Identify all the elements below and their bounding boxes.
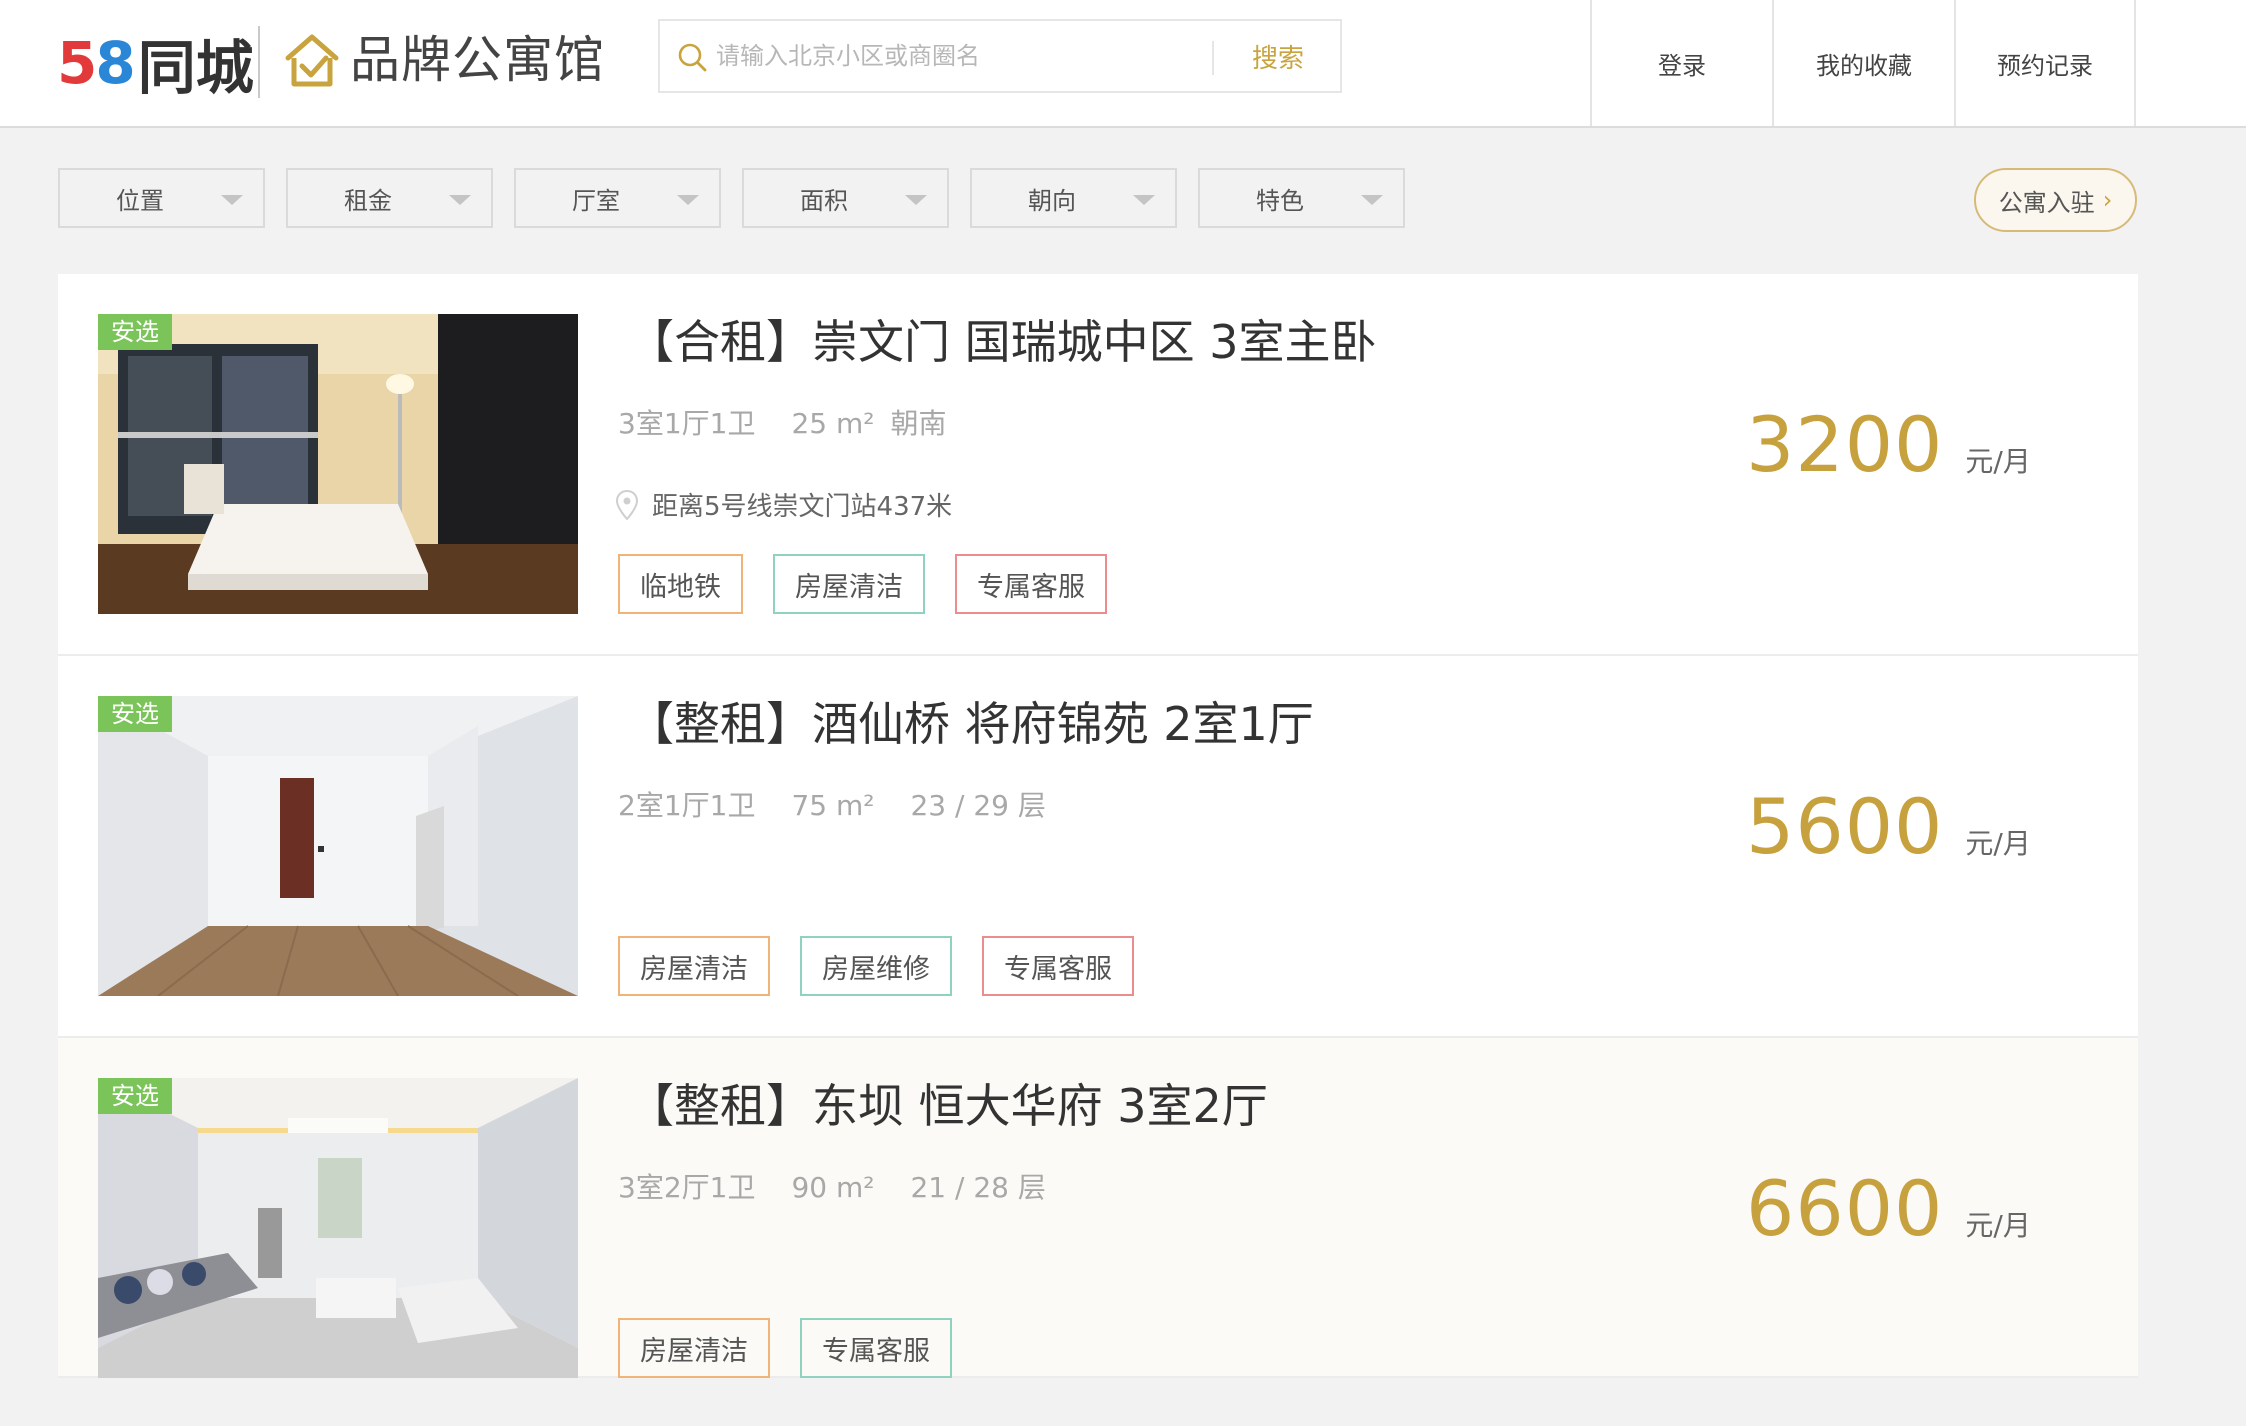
anxuan-badge: 安选 [98, 696, 172, 732]
logo-digit-5: 5 [57, 29, 97, 97]
filter-location[interactable]: 位置 [58, 168, 265, 228]
location-pin-icon [616, 489, 638, 520]
caret-down-icon [449, 195, 471, 205]
caret-down-icon [905, 195, 927, 205]
listing-floor: 23 / 29 层 [910, 789, 1046, 822]
listing-price: 3200 元/月 [1746, 400, 2031, 489]
filter-label: 厅室 [572, 186, 620, 215]
tag-cleaning: 房屋清洁 [618, 1318, 770, 1378]
listing-photo[interactable]: 安选 [98, 314, 578, 614]
logo-digit-8: 8 [95, 29, 135, 97]
nav-booking-records[interactable]: 预约记录 [1954, 0, 2136, 126]
tag-cleaning: 房屋清洁 [773, 554, 925, 614]
listing-area: 90 m² [791, 1171, 875, 1204]
price-unit: 元/月 [1965, 1209, 2031, 1242]
listing-photo[interactable]: 安选 [98, 1078, 578, 1378]
site-header: 58同城 品牌公寓馆 搜索 登录 我的收藏 预约记录 [0, 0, 2246, 128]
listing-title[interactable]: 【合租】崇文门 国瑞城中区 3室主卧 [628, 306, 1377, 372]
filter-label: 租金 [344, 186, 392, 215]
tag-customer-service: 专属客服 [982, 936, 1134, 996]
listing-orientation: 朝南 [890, 407, 947, 440]
search-button[interactable]: 搜索 [1216, 21, 1340, 91]
living-room-photo [98, 696, 578, 996]
nav-my-favorites[interactable]: 我的收藏 [1772, 0, 1954, 126]
house-check-icon [285, 34, 339, 87]
anxuan-badge: 安选 [98, 1078, 172, 1114]
filter-features[interactable]: 特色 [1198, 168, 1405, 228]
filter-label: 面积 [800, 186, 848, 215]
listing-price: 5600 元/月 [1746, 782, 2031, 871]
price-value: 6600 [1746, 1164, 1944, 1253]
tag-repair: 房屋维修 [800, 936, 952, 996]
living-room-sofa-photo [98, 1078, 578, 1378]
listing-card[interactable]: 安选 【整租】酒仙桥 将府锦苑 2室1厅 2室1厅1卫 75 m² 23 / 29 … [58, 656, 2138, 1038]
chevron-right-icon: › [2102, 186, 2113, 214]
search-bar: 搜索 [658, 19, 1342, 93]
price-value: 3200 [1746, 400, 1944, 489]
logo-text: 同城 [137, 34, 254, 102]
filter-rent[interactable]: 租金 [286, 168, 493, 228]
filter-rooms[interactable]: 厅室 [514, 168, 721, 228]
caret-down-icon [221, 195, 243, 205]
listing-price: 6600 元/月 [1746, 1164, 2031, 1253]
listing-area: 25 m² [791, 407, 875, 440]
logo-divider [258, 26, 260, 98]
listing-tags: 临地铁 房屋清洁 专属客服 [618, 554, 1107, 614]
listing-photo[interactable]: 安选 [98, 696, 578, 996]
filter-label: 特色 [1256, 186, 1304, 215]
listing-meta: 2室1厅1卫 75 m² 23 / 29 层 [618, 784, 1082, 824]
price-unit: 元/月 [1965, 827, 2031, 860]
listing-tags: 房屋清洁 专属客服 [618, 1318, 952, 1378]
listing-title[interactable]: 【整租】东坝 恒大华府 3室2厅 [628, 1070, 1268, 1136]
filter-area[interactable]: 面积 [742, 168, 949, 228]
listing-list: 安选 【合租】崇文门 国瑞城中区 3室主卧 3室1厅1卫 25 m² 朝南 距离5号… [58, 274, 2138, 1378]
listing-meta: 3室1厅1卫 25 m² 朝南 [618, 402, 983, 442]
location-text: 距离5号线崇文门站437米 [652, 492, 953, 522]
bedroom-photo [98, 314, 578, 614]
nav-login[interactable]: 登录 [1590, 0, 1772, 126]
listing-layout: 3室1厅1卫 [618, 407, 756, 440]
listing-floor: 21 / 28 层 [910, 1171, 1046, 1204]
tag-customer-service: 专属客服 [800, 1318, 952, 1378]
filter-label: 朝向 [1028, 186, 1076, 215]
apartment-join-button[interactable]: 公寓入驻 › [1974, 168, 2137, 232]
tag-cleaning: 房屋清洁 [618, 936, 770, 996]
listing-layout: 2室1厅1卫 [618, 789, 756, 822]
join-button-label: 公寓入驻 [1998, 188, 2095, 217]
tag-near-subway: 临地铁 [618, 554, 743, 614]
brand-apartment-title[interactable]: 品牌公寓馆 [350, 28, 605, 92]
caret-down-icon [1133, 195, 1155, 205]
caret-down-icon [1361, 195, 1383, 205]
filter-orientation[interactable]: 朝向 [970, 168, 1177, 228]
anxuan-badge: 安选 [98, 314, 172, 350]
listing-layout: 3室2厅1卫 [618, 1171, 756, 1204]
logo-58tongcheng[interactable]: 5 8 同城 [57, 29, 254, 102]
filter-bar: 位置 租金 厅室 面积 朝向 特色 [58, 168, 1405, 228]
listing-tags: 房屋清洁 房屋维修 专属客服 [618, 936, 1134, 996]
price-value: 5600 [1746, 782, 1944, 871]
listing-card[interactable]: 安选 【合租】崇文门 国瑞城中区 3室主卧 3室1厅1卫 25 m² 朝南 距离5号… [58, 274, 2138, 656]
top-nav: 登录 我的收藏 预约记录 [1590, 0, 2136, 128]
listing-location: 距离5号线崇文门站437米 [616, 486, 952, 523]
search-input[interactable] [714, 29, 1254, 83]
tag-customer-service: 专属客服 [955, 554, 1107, 614]
search-icon [678, 43, 707, 72]
listing-title[interactable]: 【整租】酒仙桥 将府锦苑 2室1厅 [628, 688, 1314, 754]
filter-label: 位置 [116, 186, 164, 215]
listing-area: 75 m² [791, 789, 875, 822]
listing-card[interactable]: 安选 【整租】东坝 恒大华府 3室2厅 3室2厅1卫 90 m² 21 / 28 层… [58, 1038, 2138, 1378]
search-separator [1212, 41, 1214, 75]
price-unit: 元/月 [1965, 445, 2031, 478]
caret-down-icon [677, 195, 699, 205]
listing-meta: 3室2厅1卫 90 m² 21 / 28 层 [618, 1166, 1082, 1206]
